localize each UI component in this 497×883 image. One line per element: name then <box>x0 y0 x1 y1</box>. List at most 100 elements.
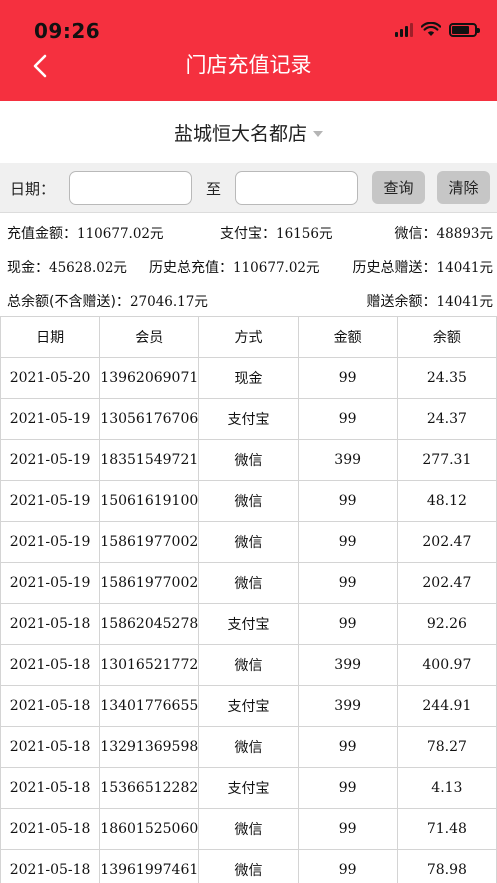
cell-date: 2021-05-18 <box>0 603 101 645</box>
records-table-container[interactable]: 日期 会员 方式 金额 余额 2021-05-20 13962069071 现金 99… <box>0 316 497 883</box>
total-balance: 总余额(不含赠送)：27046.17元 <box>7 294 208 310</box>
summary-row-2: 现金：45628.02元 历史总充值：110677.02元 历史总赠送：1404… <box>0 247 497 281</box>
column-header-amount: 金额 <box>297 316 398 358</box>
store-selector[interactable]: 盐城恒大名都店 <box>0 101 497 163</box>
cell-balance: 244.91 <box>396 685 497 727</box>
cell-method: 微信 <box>198 521 299 563</box>
cell-member: 13056176706 <box>99 398 200 440</box>
cell-amount: 99 <box>297 767 398 809</box>
column-header-member: 会员 <box>99 316 200 358</box>
table-row[interactable]: 2021-05-18 13016521772 微信 399 400.97 <box>0 644 497 686</box>
cell-method: 现金 <box>198 357 299 399</box>
table-row[interactable]: 2021-05-18 15862045278 支付宝 99 92.26 <box>0 603 497 645</box>
recharge-total: 充值金额：110677.02元 <box>7 226 164 242</box>
history-recharge-total: 历史总充值：110677.02元 <box>149 260 320 276</box>
cell-amount: 399 <box>297 644 398 686</box>
cell-amount: 99 <box>297 849 398 883</box>
cell-date: 2021-05-18 <box>0 808 101 850</box>
column-header-balance: 余额 <box>396 316 497 358</box>
cell-balance: 92.26 <box>396 603 497 645</box>
table-row[interactable]: 2021-05-20 13962069071 现金 99 24.35 <box>0 357 497 399</box>
cell-date: 2021-05-18 <box>0 726 101 768</box>
history-gift-total: 历史总赠送：14041元 <box>352 260 493 276</box>
cell-amount: 99 <box>297 726 398 768</box>
records-table: 日期 会员 方式 金额 余额 2021-05-20 13962069071 现金 99… <box>0 316 497 883</box>
cell-method: 支付宝 <box>198 603 299 645</box>
cell-balance: 24.35 <box>396 357 497 399</box>
cell-balance: 400.97 <box>396 644 497 686</box>
alipay-total: 支付宝：16156元 <box>220 226 333 242</box>
table-row[interactable]: 2021-05-18 15366512282 支付宝 99 4.13 <box>0 767 497 809</box>
caret-down-icon <box>313 130 323 137</box>
cell-date: 2021-05-18 <box>0 644 101 686</box>
cellular-signal-icon <box>395 22 413 37</box>
cash-total: 现金：45628.02元 <box>7 260 127 276</box>
wechat-total: 微信：48893元 <box>394 226 493 242</box>
page-title: 门店充值记录 <box>185 53 312 77</box>
table-row[interactable]: 2021-05-18 13961997461 微信 99 78.98 <box>0 849 497 883</box>
to-label: 至 <box>206 180 222 198</box>
cell-member: 15366512282 <box>99 767 200 809</box>
status-icons <box>395 22 480 37</box>
cell-date: 2021-05-18 <box>0 849 101 883</box>
table-row[interactable]: 2021-05-19 13056176706 支付宝 99 24.37 <box>0 398 497 440</box>
gift-balance: 赠送余额：14041元 <box>366 294 493 310</box>
cell-method: 支付宝 <box>198 685 299 727</box>
cell-method: 微信 <box>198 439 299 481</box>
cell-member: 15861977002 <box>99 521 200 563</box>
table-row[interactable]: 2021-05-19 15861977002 微信 99 202.47 <box>0 521 497 563</box>
cell-amount: 99 <box>297 521 398 563</box>
cell-date: 2021-05-20 <box>0 357 101 399</box>
table-row[interactable]: 2021-05-19 15061619100 微信 99 48.12 <box>0 480 497 522</box>
cell-amount: 99 <box>297 603 398 645</box>
cell-member: 13291369598 <box>99 726 200 768</box>
cell-method: 微信 <box>198 849 299 883</box>
cell-balance: 202.47 <box>396 521 497 563</box>
cell-balance: 78.98 <box>396 849 497 883</box>
cell-member: 13401776655 <box>99 685 200 727</box>
cell-balance: 48.12 <box>396 480 497 522</box>
cell-balance: 78.27 <box>396 726 497 768</box>
cell-date: 2021-05-19 <box>0 521 101 563</box>
date-label: 日期： <box>10 180 56 198</box>
table-row[interactable]: 2021-05-19 15861977002 微信 99 202.47 <box>0 562 497 604</box>
cell-amount: 399 <box>297 439 398 481</box>
table-header-row: 日期 会员 方式 金额 余额 <box>0 316 497 358</box>
end-date-input[interactable] <box>235 171 358 205</box>
cell-method: 微信 <box>198 726 299 768</box>
table-row[interactable]: 2021-05-18 13291369598 微信 99 78.27 <box>0 726 497 768</box>
column-header-method: 方式 <box>198 316 299 358</box>
summary-row-1: 充值金额：110677.02元 支付宝：16156元 微信：48893元 <box>0 213 497 247</box>
table-body: 2021-05-20 13962069071 现金 99 24.35 2021-05-19… <box>0 357 497 883</box>
cell-member: 15862045278 <box>99 603 200 645</box>
cell-amount: 99 <box>297 357 398 399</box>
cell-date: 2021-05-19 <box>0 562 101 604</box>
cell-method: 微信 <box>198 480 299 522</box>
cell-method: 微信 <box>198 562 299 604</box>
status-time: 09:26 <box>34 19 101 43</box>
app-header: 09:26 门店充值记录 <box>0 0 497 101</box>
cell-method: 微信 <box>198 808 299 850</box>
start-date-input[interactable] <box>69 171 192 205</box>
table-row[interactable]: 2021-05-18 18601525060 微信 99 71.48 <box>0 808 497 850</box>
cell-amount: 99 <box>297 398 398 440</box>
table-row[interactable]: 2021-05-19 18351549721 微信 399 277.31 <box>0 439 497 481</box>
summary-row-3: 总余额(不含赠送)：27046.17元 赠送余额：14041元 <box>0 281 497 315</box>
cell-amount: 99 <box>297 808 398 850</box>
store-name: 盐城恒大名都店 <box>173 122 307 145</box>
cell-amount: 399 <box>297 685 398 727</box>
battery-icon <box>449 22 480 37</box>
table-row[interactable]: 2021-05-18 13401776655 支付宝 399 244.91 <box>0 685 497 727</box>
column-header-date: 日期 <box>0 316 101 358</box>
clear-button[interactable]: 清除 <box>437 171 490 204</box>
cell-method: 支付宝 <box>198 767 299 809</box>
cell-balance: 71.48 <box>396 808 497 850</box>
cell-method: 微信 <box>198 644 299 686</box>
query-button[interactable]: 查询 <box>372 171 425 204</box>
cell-member: 15861977002 <box>99 562 200 604</box>
cell-member: 13016521772 <box>99 644 200 686</box>
cell-date: 2021-05-19 <box>0 480 101 522</box>
cell-amount: 99 <box>297 480 398 522</box>
cell-date: 2021-05-18 <box>0 767 101 809</box>
cell-member: 18601525060 <box>99 808 200 850</box>
